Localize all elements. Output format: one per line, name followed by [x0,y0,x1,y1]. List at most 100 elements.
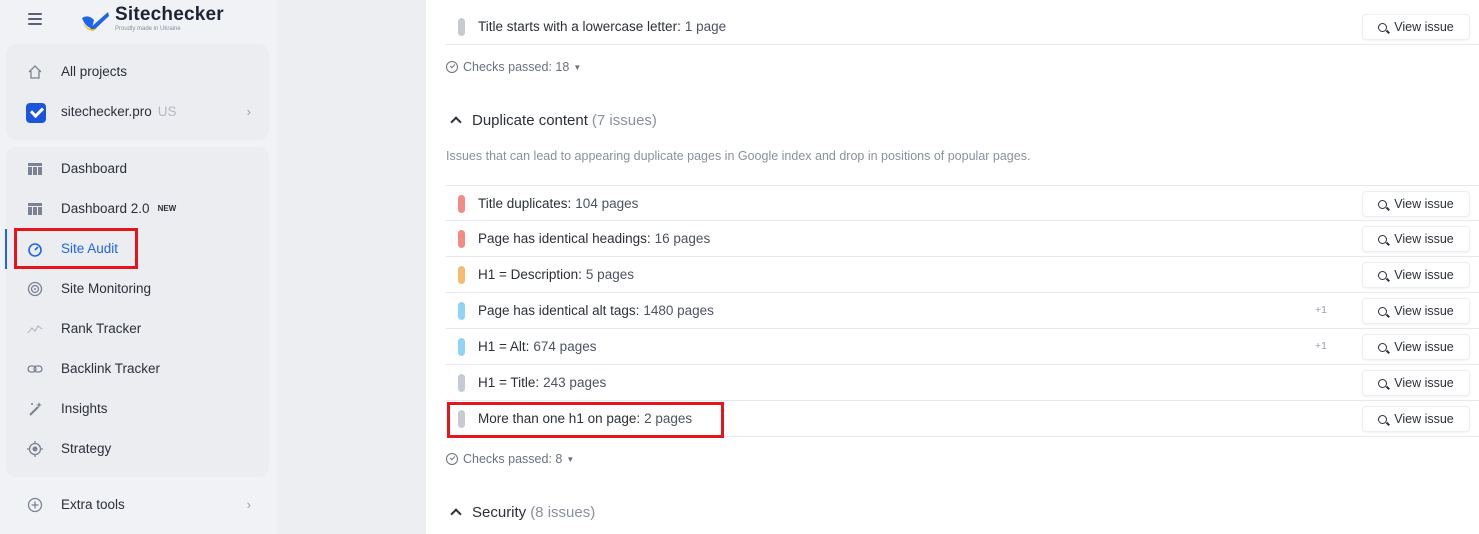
section-header-security[interactable]: Security (8 issues) [450,504,595,521]
sidebar-item-strategy[interactable]: Strategy [6,431,269,467]
chevron-up-icon [450,508,462,520]
section-title: Security [472,504,527,521]
magic-wand-icon [26,401,44,419]
view-issue-button[interactable]: View issue [1362,370,1470,396]
issue-row: Page has identical headings: 16 pages Vie… [446,221,1479,257]
section-header-duplicate-content[interactable]: Duplicate content (7 issues) [450,112,657,129]
issue-count: 16 pages [654,231,711,246]
check-circle-icon [446,61,458,73]
view-issue-button[interactable]: View issue [1362,334,1470,360]
issue-title: Title starts with a lowercase letter: [478,19,681,34]
navigation-card: Dashboard Dashboard 2.0 NEW Site Audit Si… [6,147,269,477]
main-panel: Title starts with a lowercase letter: 1 p… [426,0,1479,534]
issue-count: 1 page [684,19,727,34]
sidebar-item-label: Backlink Tracker [61,361,161,376]
sidebar-item-backlink-tracker[interactable]: Backlink Tracker [6,351,269,387]
active-indicator [5,229,7,269]
sidebar-item-label: Insights [61,401,108,416]
view-issue-button[interactable]: View issue [1362,191,1470,217]
chevron-right-icon: › [246,104,251,119]
new-badge: NEW [157,204,177,213]
search-icon [1378,271,1388,280]
view-issue-button[interactable]: View issue [1362,298,1470,324]
sidebar-item-dashboard[interactable]: Dashboard [6,151,269,187]
sidebar-item-extra-tools[interactable]: Extra tools › [6,487,269,523]
severity-indicator [458,266,465,284]
content-gutter [277,0,426,534]
chevron-right-icon: › [246,497,251,512]
checks-passed-toggle[interactable]: Checks passed: 8 ▼ [446,452,574,466]
search-icon [1378,200,1388,209]
issue-count: 5 pages [585,267,634,282]
chevron-up-icon [450,116,462,128]
view-issue-button[interactable]: View issue [1362,262,1470,288]
sidebar-item-label: Site Monitoring [61,281,152,296]
extra-count-badge: +1 [1315,340,1327,352]
search-icon [1378,343,1388,352]
severity-indicator [458,230,465,248]
search-icon [1378,415,1388,424]
view-issue-button[interactable]: View issue [1362,406,1470,432]
sidebar-item-label: Extra tools [61,497,125,512]
gauge-icon [26,241,44,259]
sidebar-item-dashboard-2[interactable]: Dashboard 2.0 NEW [6,191,269,227]
issue-count: 674 pages [533,339,597,354]
severity-indicator [458,410,465,428]
sidebar-item-label: Rank Tracker [61,321,142,336]
sidebar-item-insights[interactable]: Insights [6,391,269,427]
checks-passed-toggle[interactable]: Checks passed: 18 ▼ [446,60,581,74]
severity-indicator [458,302,465,320]
view-issue-button[interactable]: View issue [1362,14,1470,40]
search-icon [1378,307,1388,316]
issue-title: Page has identical alt tags: [478,303,640,318]
sidebar-item-label: Dashboard 2.0 [61,201,150,216]
search-icon [1378,235,1388,244]
issue-count: 104 pages [575,196,639,211]
sidebar-item-rank-tracker[interactable]: Rank Tracker [6,311,269,347]
issue-row: H1 = Description: 5 pages View issue [446,257,1479,293]
issue-row: Page has identical alt tags: 1480 pages +… [446,293,1479,329]
sidebar-item-site-monitoring[interactable]: Site Monitoring [6,271,269,307]
section-issue-count: (7 issues) [591,112,657,129]
project-logo-icon [26,103,46,123]
issue-row: H1 = Alt: 674 pages +1 View issue [446,329,1479,365]
logo-icon [82,12,109,31]
issue-title: More than one h1 on page: [478,411,641,426]
issue-count: 2 pages [644,411,693,426]
project-region: US [157,104,177,119]
sidebar-header: Sitechecker Proudly made in Ukraine [0,0,277,40]
extra-count-badge: +1 [1315,304,1327,316]
sidebar-item-label: All projects [61,64,128,79]
severity-indicator [458,18,465,36]
sidebar: Sitechecker Proudly made in Ukraine All … [0,0,277,534]
grid-icon [26,201,44,219]
view-issue-button[interactable]: View issue [1362,226,1470,252]
menu-icon[interactable] [28,13,42,25]
issue-count: 1480 pages [643,303,714,318]
target-icon [26,441,44,459]
sidebar-item-site-audit[interactable]: Site Audit [6,231,269,267]
grid-icon [26,161,44,179]
home-icon [26,64,44,82]
sidebar-item-label: Dashboard [61,161,128,176]
sidebar-item-label: Site Audit [61,241,119,256]
link-icon [26,361,44,379]
issue-title: H1 = Alt: [478,339,530,354]
issue-title: H1 = Description: [478,267,582,282]
brand-tagline: Proudly made in Ukraine [115,26,181,32]
caret-down-icon: ▼ [566,455,575,464]
issue-row: Title starts with a lowercase letter: 1 p… [446,9,1479,45]
issue-row: More than one h1 on page: 2 pages View is… [446,401,1479,437]
sidebar-item-label: Strategy [61,441,112,456]
plus-circle-icon [26,497,44,515]
sidebar-item-project[interactable]: sitechecker.pro US › [6,94,269,130]
radar-icon [26,281,44,299]
trend-icon [26,321,44,339]
caret-down-icon: ▼ [573,63,582,72]
issue-row: H1 = Title: 243 pages View issue [446,365,1479,401]
logo[interactable]: Sitechecker Proudly made in Ukraine [80,4,240,36]
issue-count: 243 pages [543,375,607,390]
issue-title: Page has identical headings: [478,231,651,246]
sidebar-item-all-projects[interactable]: All projects [6,54,269,90]
severity-indicator [458,374,465,392]
